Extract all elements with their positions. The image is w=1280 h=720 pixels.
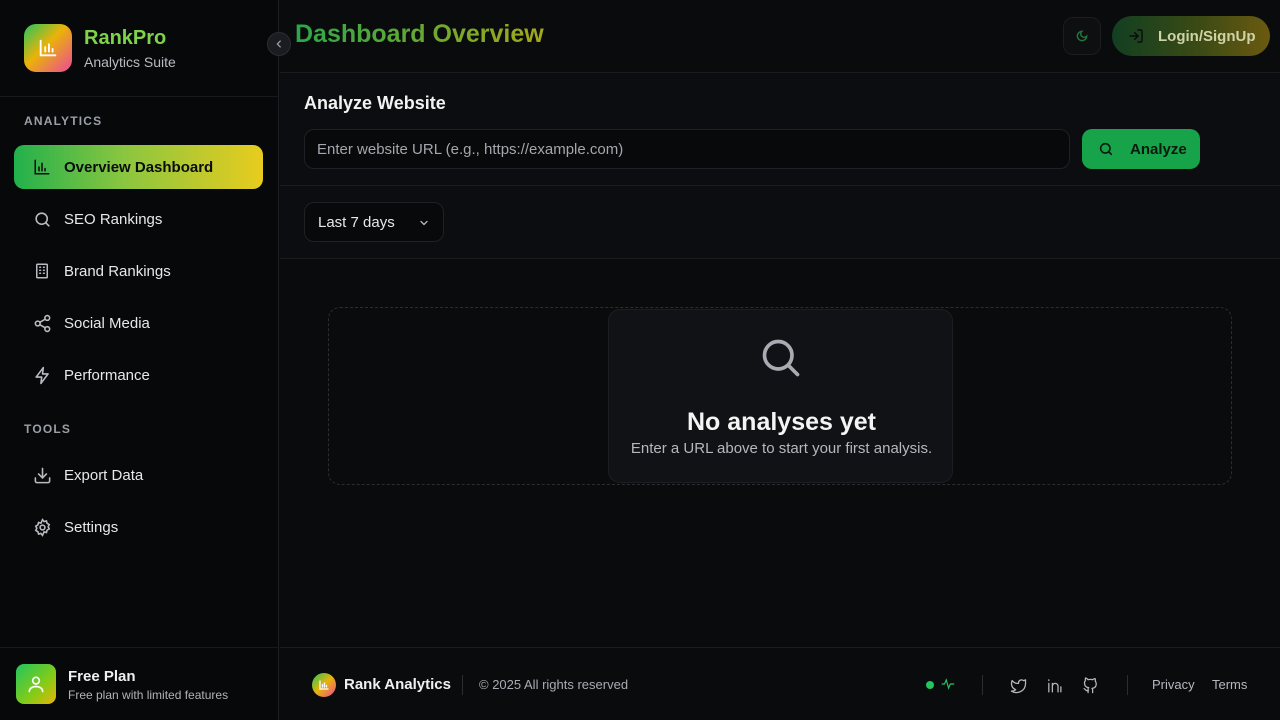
footer-brand: Rank Analytics (344, 676, 451, 693)
analyze-panel: Analyze Website Analyze (280, 73, 1280, 186)
sidebar-item-label: Performance (64, 366, 150, 384)
sidebar-item-brand-rankings[interactable]: Brand Rankings (14, 249, 263, 293)
sidebar-item-seo-rankings[interactable]: SEO Rankings (14, 197, 263, 241)
section-label-analytics: ANALYTICS (24, 114, 103, 128)
sidebar-item-label: Social Media (64, 314, 150, 332)
date-range-value: Last 7 days (318, 213, 395, 231)
section-label-tools: TOOLS (24, 422, 72, 436)
footer-copyright: © 2025 All rights reserved (479, 677, 629, 692)
login-signup-button[interactable]: Login/SignUp (1112, 16, 1270, 56)
share-icon (32, 313, 52, 333)
chevron-down-icon (420, 220, 428, 226)
filter-bar: Last 7 days (280, 186, 1280, 259)
sidebar-item-performance[interactable]: Performance (14, 353, 263, 397)
chevron-left-icon (276, 40, 281, 48)
empty-state-card: No analyses yet Enter a URL above to sta… (608, 309, 953, 483)
sidebar-item-label: Export Data (64, 466, 144, 484)
collapse-sidebar-button[interactable] (267, 32, 291, 56)
brand-header: RankPro Analytics Suite (0, 0, 279, 97)
linkedin-icon[interactable] (1045, 676, 1063, 694)
footer-logo-icon (312, 673, 336, 697)
sidebar: RankPro Analytics Suite ANALYTICS Overvi… (0, 0, 279, 720)
plan-subtitle: Free plan with limited features (68, 688, 229, 702)
page-title: Dashboard Overview (295, 20, 544, 48)
sidebar-item-label: Settings (64, 518, 119, 536)
sidebar-item-label: Overview Dashboard (64, 158, 214, 176)
search-icon (762, 339, 800, 377)
footer-divider (1127, 675, 1128, 695)
sidebar-item-label: SEO Rankings (64, 210, 163, 228)
empty-state-subtitle: Enter a URL above to start your first an… (630, 440, 933, 457)
footer-divider (462, 675, 463, 695)
building-icon (32, 261, 52, 281)
activity-icon (941, 678, 955, 690)
sidebar-item-overview-dashboard[interactable]: Overview Dashboard (14, 145, 263, 189)
bar-chart-icon (32, 157, 52, 177)
lightning-icon (32, 365, 52, 385)
brand-subtitle: Analytics Suite (84, 54, 176, 70)
brand-name: RankPro (84, 27, 167, 49)
moon-icon (1076, 30, 1088, 42)
date-range-select[interactable]: Last 7 days (304, 202, 444, 242)
plan-title: Free Plan (68, 668, 136, 685)
sidebar-item-settings[interactable]: Settings (14, 505, 263, 549)
download-icon (32, 465, 52, 485)
status-indicator (926, 681, 934, 689)
terms-link[interactable]: Terms (1212, 677, 1247, 692)
app-root: RankPro Analytics Suite ANALYTICS Overvi… (0, 0, 1280, 720)
privacy-link[interactable]: Privacy (1152, 677, 1195, 692)
analyze-title: Analyze Website (304, 93, 446, 113)
theme-toggle-button[interactable] (1063, 17, 1101, 55)
brand-logo-icon (24, 24, 72, 72)
sidebar-item-social-media[interactable]: Social Media (14, 301, 263, 345)
gear-icon (32, 517, 52, 537)
empty-state-title: No analyses yet (687, 408, 876, 436)
analyze-button-label: Analyze (1130, 140, 1187, 158)
login-button-label: Login/SignUp (1158, 27, 1256, 45)
login-icon (1129, 29, 1143, 43)
twitter-icon[interactable] (1009, 676, 1027, 694)
footer: Rank Analytics © 2025 All rights reserve… (280, 647, 1280, 720)
plan-card[interactable]: Free Plan Free plan with limited feature… (0, 647, 279, 720)
top-header: Dashboard Overview Login/SignUp (280, 0, 1280, 73)
search-icon (1099, 142, 1113, 156)
footer-divider (982, 675, 983, 695)
search-icon (32, 209, 52, 229)
github-icon[interactable] (1081, 676, 1099, 694)
website-url-input[interactable] (304, 129, 1070, 169)
analyze-button[interactable]: Analyze (1082, 129, 1200, 169)
sidebar-item-label: Brand Rankings (64, 262, 171, 280)
sidebar-item-export-data[interactable]: Export Data (14, 453, 263, 497)
user-avatar-icon (16, 664, 56, 704)
